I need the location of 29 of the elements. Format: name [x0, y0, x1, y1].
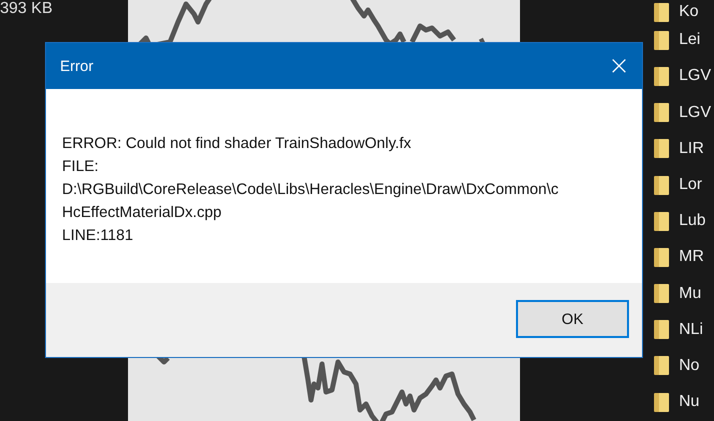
folder-name[interactable]: No: [679, 356, 700, 376]
folder-name[interactable]: Lei: [679, 30, 700, 50]
error-message: ERROR: Could not find shader TrainShadowOnly.fx FILE: D:\RGBuild\CoreRelease\Code\Libs\Heracles\Engine\Draw\DxCommon\c HcEffectMaterialDx.cpp LINE:1181: [62, 134, 560, 246]
folder-icon[interactable]: [654, 103, 669, 122]
folder-name[interactable]: LGV: [679, 66, 712, 86]
close-button[interactable]: ×: [596, 43, 642, 89]
folder-name[interactable]: LGV: [679, 102, 712, 123]
folder-icon[interactable]: [654, 139, 669, 158]
folder-name[interactable]: Ko: [679, 2, 699, 22]
folder-name[interactable]: Mu: [679, 284, 702, 304]
folder-name[interactable]: Lub: [679, 211, 706, 232]
folder-icon[interactable]: [654, 66, 669, 86]
folder-icon[interactable]: [654, 176, 669, 195]
folder-icon[interactable]: [654, 248, 669, 267]
folder-icon[interactable]: [654, 320, 669, 340]
folder-icon[interactable]: [654, 3, 669, 22]
folder-icon[interactable]: [654, 392, 669, 412]
folder-name[interactable]: LIR: [679, 138, 704, 159]
folder-icon[interactable]: [654, 284, 669, 304]
folder-icon[interactable]: [654, 212, 669, 231]
dialog-title: Error: [60, 58, 94, 74]
folder-name[interactable]: Nu: [679, 392, 700, 412]
folder-icon[interactable]: [654, 356, 669, 376]
folder-icon[interactable]: [654, 30, 669, 50]
file-size-text: 393 KB: [0, 0, 52, 19]
folder-name[interactable]: MR: [679, 247, 704, 268]
ok-button[interactable]: OK: [516, 300, 629, 338]
folder-name[interactable]: Lor: [679, 175, 702, 196]
folder-name[interactable]: NLi: [679, 320, 704, 340]
